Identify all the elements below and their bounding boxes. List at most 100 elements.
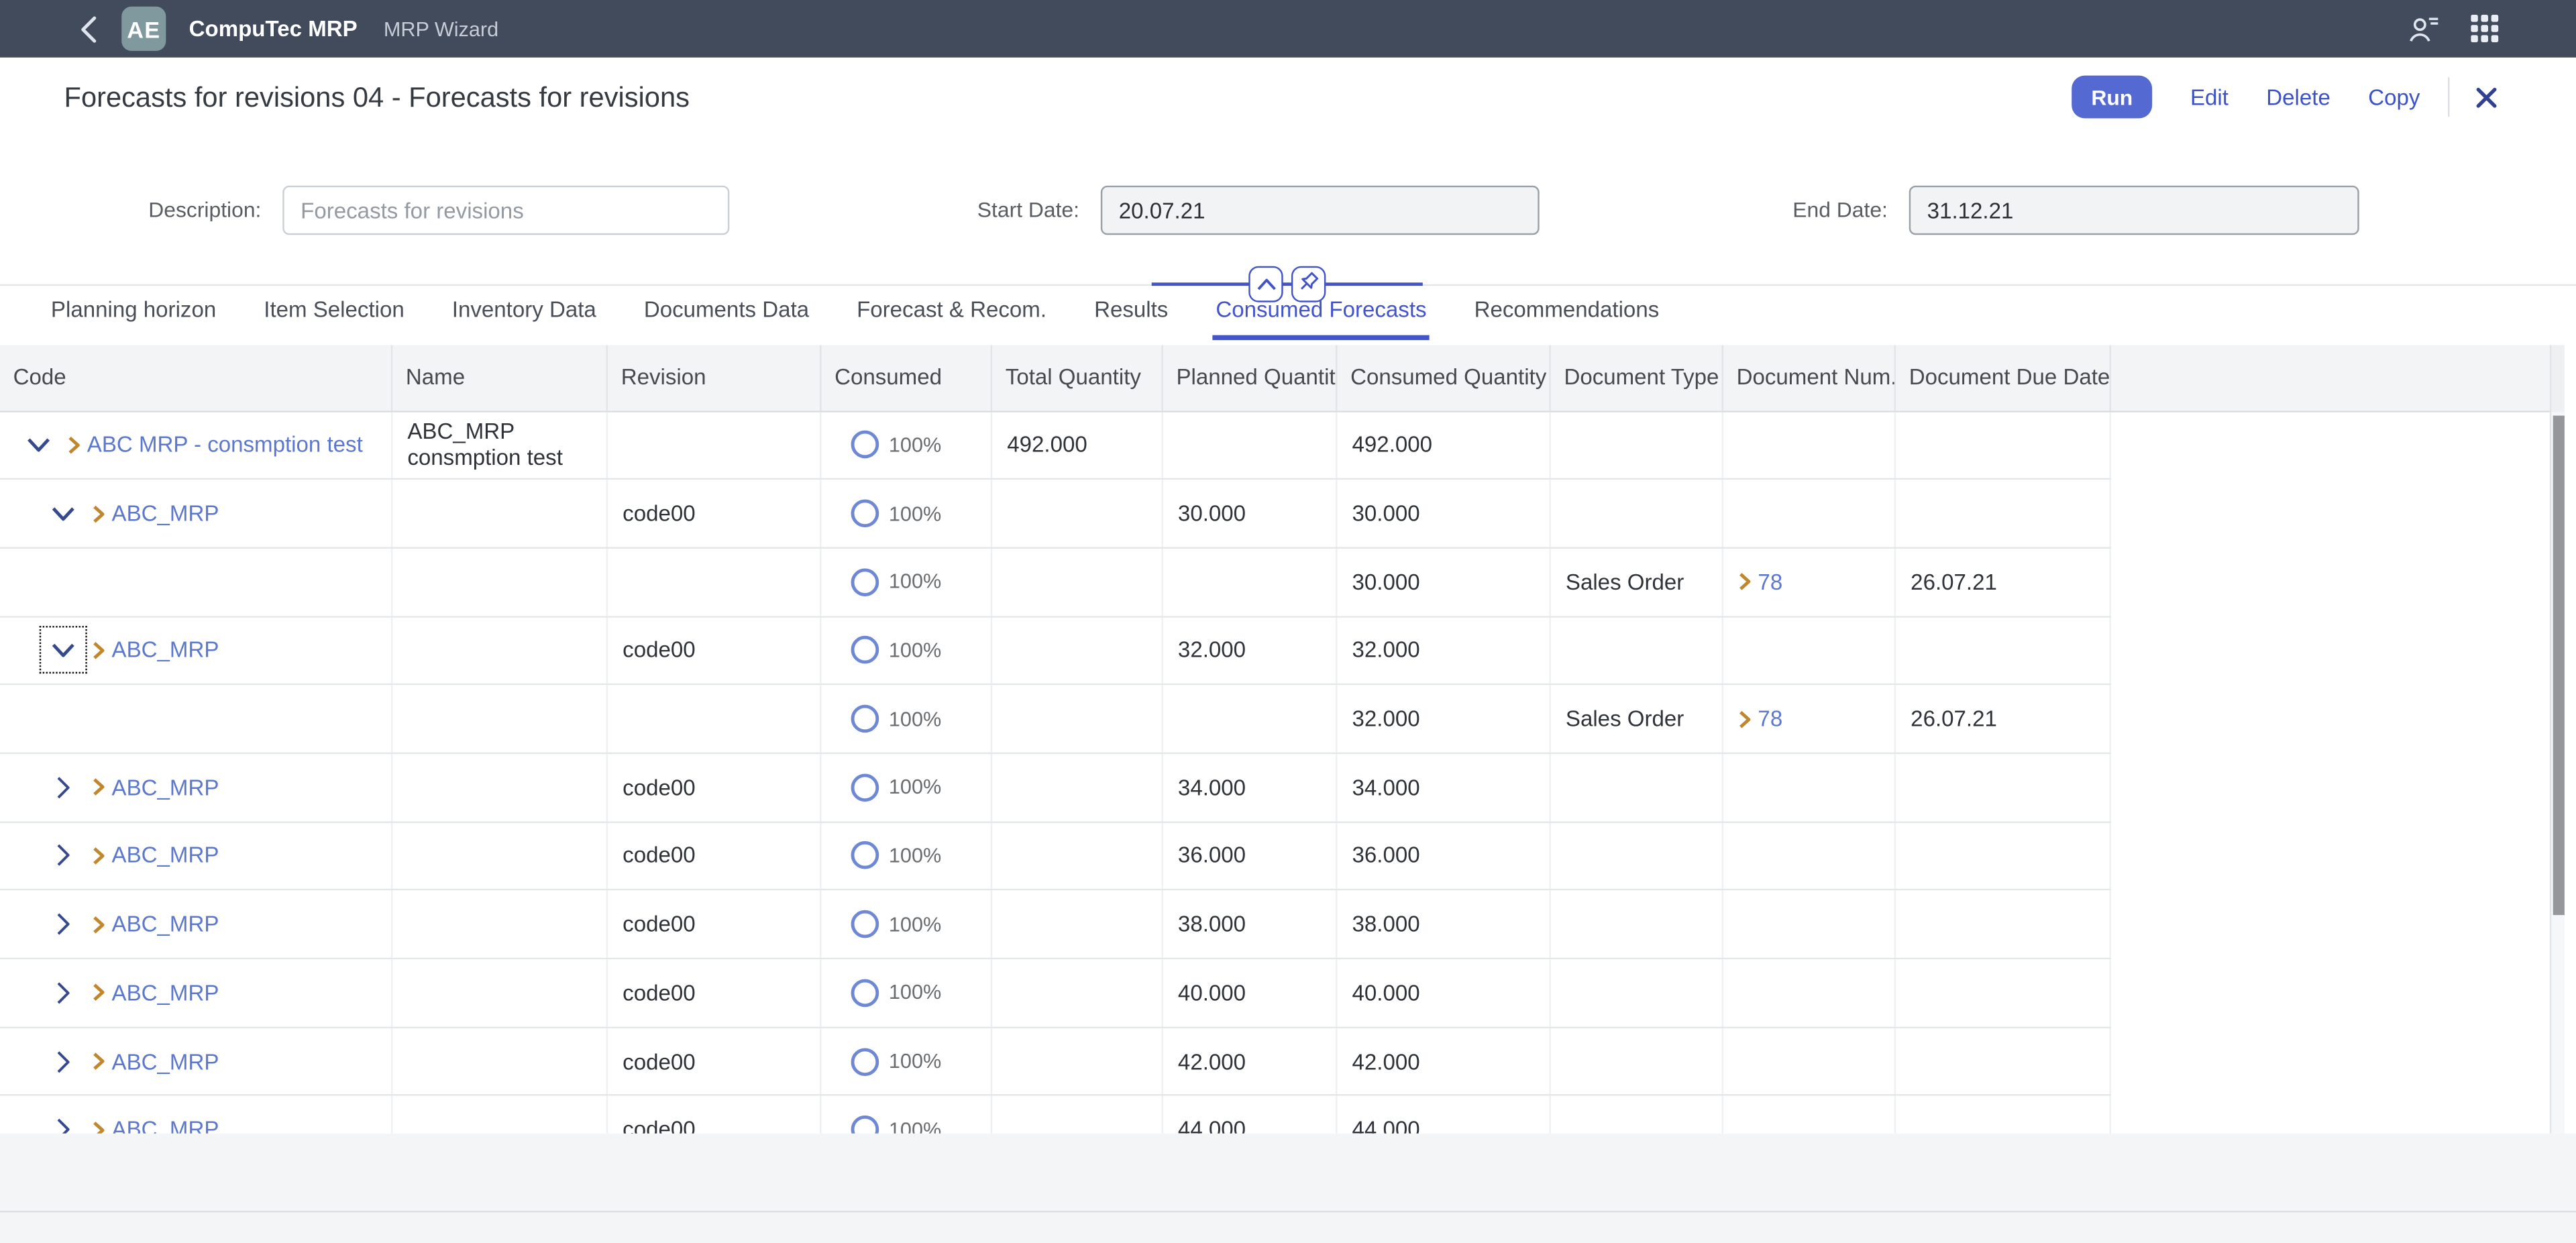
cell-consumed-quantity: 492.000 [1337,411,1550,478]
cell-consumed-quantity: 36.000 [1337,822,1550,889]
expand-toggle-button[interactable] [16,423,60,467]
column-header-document-num-[interactable]: Document Num... [1723,345,1896,410]
collapse-header-button[interactable] [1248,266,1283,302]
cell-revision: code00 [608,617,821,684]
consumed-radio[interactable] [851,705,879,733]
column-header-total-quantity[interactable]: Total Quantity [992,345,1163,410]
column-header-code[interactable]: Code [0,345,392,410]
column-header-planned-quantity[interactable]: Planned Quantity [1163,345,1338,410]
table-row[interactable]: ABC_MRPcode00100%30.00030.000 [0,480,2111,549]
consumed-radio[interactable] [851,842,879,870]
tab-results[interactable]: Results [1091,289,1171,340]
expand-toggle-button[interactable] [41,491,85,535]
consumed-radio[interactable] [851,1116,879,1133]
chevron-right-icon [56,775,70,800]
column-header-name[interactable]: Name [392,345,608,410]
cell-total-quantity [992,1096,1163,1133]
cell-revision: code00 [608,754,821,821]
app-logo[interactable]: AE [121,7,166,51]
column-header-consumed[interactable]: Consumed [822,345,993,410]
tab-planning-horizon[interactable]: Planning horizon [48,289,219,340]
expand-toggle-button[interactable] [41,1039,85,1083]
consumed-radio[interactable] [851,637,879,665]
tab-inventory-data[interactable]: Inventory Data [449,289,600,340]
code-link[interactable]: ABC MRP - consmption test [87,433,363,457]
column-header-consumed-quantity[interactable]: Consumed Quantity [1337,345,1550,410]
delete-button[interactable]: Delete [2266,85,2330,109]
tab-forecast-recom-[interactable]: Forecast & Recom. [853,289,1050,340]
consumed-percent: 100% [889,639,941,661]
cell-document-due-date [1896,617,2111,684]
table-row[interactable]: ABC_MRPcode00100%36.00036.000 [0,822,2111,891]
cell-code: ABC_MRP [0,891,392,958]
back-button[interactable] [77,14,100,44]
copy-button[interactable]: Copy [2368,85,2420,109]
document-number-link[interactable]: 78 [1758,706,1782,731]
cell-code: ABC_MRP [0,822,392,889]
page-actions: Run Edit Delete Copy [2072,76,2498,119]
cell-consumed: 100% [822,1028,993,1095]
consumed-radio[interactable] [851,568,879,596]
expand-toggle-button[interactable] [41,765,85,810]
table-row[interactable]: ABC_MRPcode00100%38.00038.000 [0,891,2111,959]
close-button[interactable] [2476,87,2498,108]
table-scrollbar[interactable] [2550,411,2565,1133]
code-link[interactable]: ABC_MRP [112,1118,219,1134]
cell-document-number: 78 [1723,549,1896,616]
consumed-radio[interactable] [851,500,879,528]
table-row[interactable]: ABC_MRPcode00100%42.00042.000 [0,1028,2111,1096]
column-header-document-due-date[interactable]: Document Due Date [1896,345,2111,410]
cell-code: ABC_MRP [0,480,392,547]
user-profile-button[interactable] [2408,14,2440,44]
expand-toggle-button[interactable] [41,1107,85,1134]
table-row[interactable]: ABC_MRPcode00100%32.00032.000 [0,617,2111,686]
code-link[interactable]: ABC_MRP [112,1049,219,1074]
cell-total-quantity [992,617,1163,684]
consumed-radio[interactable] [851,979,879,1007]
nav-arrow-icon [92,846,105,865]
pin-header-button[interactable] [1291,266,1326,302]
consumed-radio[interactable] [851,773,879,802]
tab-item-selection[interactable]: Item Selection [260,289,407,340]
code-link[interactable]: ABC_MRP [112,912,219,937]
end-date-input[interactable] [1909,186,2359,235]
table-row[interactable]: ABC_MRPcode00100%40.00040.000 [0,959,2111,1028]
expand-toggle-button[interactable] [41,834,85,878]
consumed-radio[interactable] [851,1047,879,1075]
code-link[interactable]: ABC_MRP [112,981,219,1006]
tab-recommendations[interactable]: Recommendations [1471,289,1662,340]
nav-arrow-icon [92,641,105,660]
column-header-revision[interactable]: Revision [608,345,821,410]
cell-total-quantity [992,1028,1163,1095]
code-link[interactable]: ABC_MRP [112,501,219,526]
table-row[interactable]: ABC_MRPcode00100%34.00034.000 [0,754,2111,822]
app-window: AE CompuTec MRP MRP Wizard [0,0,2576,1243]
cell-document-due-date [1896,480,2111,547]
description-label: Description: [0,186,261,235]
start-date-input[interactable] [1101,186,1540,235]
cell-total-quantity [992,686,1163,753]
run-button[interactable]: Run [2072,76,2153,119]
edit-button[interactable]: Edit [2190,85,2229,109]
cell-planned-quantity: 38.000 [1163,891,1338,958]
consumed-radio[interactable] [851,910,879,938]
table-row[interactable]: 100%32.000Sales Order7826.07.21 [0,686,2111,754]
expand-toggle-button[interactable] [41,902,85,947]
expand-toggle-button[interactable] [41,629,85,673]
code-link[interactable]: ABC_MRP [112,843,219,868]
description-input[interactable] [282,186,729,235]
code-link[interactable]: ABC_MRP [112,638,219,663]
header-filters: Description: Start Date: End Date: [0,186,2576,235]
tab-documents-data[interactable]: Documents Data [641,289,812,340]
cell-document-number [1723,959,1896,1026]
document-number-link[interactable]: 78 [1758,570,1782,594]
expand-toggle-button[interactable] [41,971,85,1015]
consumed-radio[interactable] [851,431,879,459]
code-link[interactable]: ABC_MRP [112,775,219,800]
table-row[interactable]: 100%30.000Sales Order7826.07.21 [0,549,2111,617]
scrollbar-thumb[interactable] [2553,416,2565,915]
app-launcher-button[interactable] [2471,15,2499,43]
table-row[interactable]: ABC_MRPcode00100%44.00044.000 [0,1096,2111,1133]
column-header-document-type[interactable]: Document Type [1551,345,1723,410]
table-row[interactable]: ABC MRP - consmption testABC_MRP consmpt… [0,411,2111,480]
